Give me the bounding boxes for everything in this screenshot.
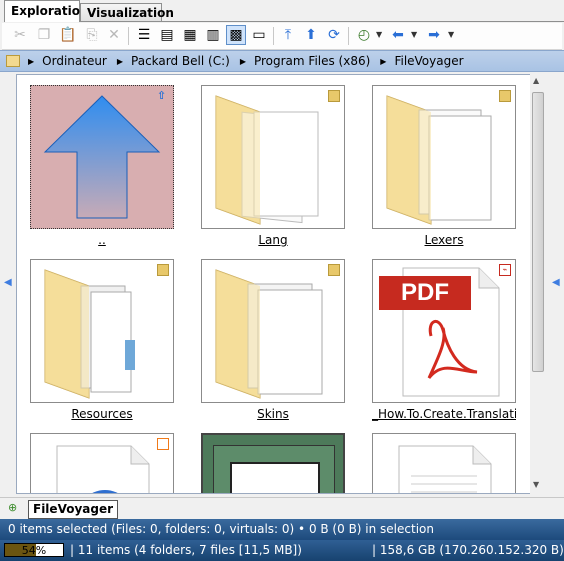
up-icon[interactable]: ⬆ bbox=[301, 25, 321, 45]
folder-badge-icon bbox=[328, 264, 340, 276]
details-view-icon[interactable]: ☰ bbox=[134, 25, 154, 45]
selection-status: 0 items selected (Files: 0, folders: 0, … bbox=[0, 519, 564, 540]
folder-icon bbox=[215, 269, 323, 399]
list-item[interactable] bbox=[372, 433, 516, 493]
collapse-right-arrow-icon[interactable]: ◀ bbox=[552, 277, 560, 288]
list-item[interactable]: ⇧ .. bbox=[30, 85, 174, 247]
list-item[interactable]: Lang bbox=[201, 85, 345, 247]
text-file-icon bbox=[398, 445, 492, 493]
folder-icon bbox=[215, 95, 319, 225]
tab-exploration[interactable]: Exploration bbox=[4, 0, 89, 22]
item-label: Lexers bbox=[424, 233, 464, 247]
pdf-badge-icon: ⌁ bbox=[499, 264, 511, 276]
panel-tab-filevoyager[interactable]: FileVoyager bbox=[28, 500, 119, 519]
history-dropdown-icon[interactable]: ▼ bbox=[376, 30, 382, 39]
filmstrip-icon[interactable]: ▭ bbox=[249, 25, 269, 45]
tab-divider bbox=[80, 21, 564, 22]
history-icon[interactable]: ◴ bbox=[354, 25, 374, 45]
tab-bar: Exploration Visualization bbox=[0, 0, 564, 22]
thumbnail[interactable] bbox=[372, 433, 516, 493]
chevron-right-icon[interactable]: ▶ bbox=[117, 57, 123, 66]
thumbnail[interactable] bbox=[201, 259, 345, 403]
breadcrumb-label: Program Files (x86) bbox=[253, 54, 371, 68]
progress-bar: 54% bbox=[4, 543, 64, 557]
browser-badge-icon bbox=[157, 438, 169, 450]
toolbar-separator bbox=[273, 27, 274, 45]
add-tab-icon[interactable]: ⊕ bbox=[8, 502, 22, 514]
thumbnail[interactable] bbox=[201, 433, 345, 493]
folder-badge-icon bbox=[328, 90, 340, 102]
toolbar: ✂ ❐ 📋 ⎘ ✕ ☰ ▤ ▦ ▥ ▩ ▭ ⤒ ⬆ ⟳ ◴ ▼ ⬅ ▼ ➡ ▼ bbox=[2, 23, 562, 50]
breadcrumb-label: Ordinateur bbox=[42, 54, 107, 68]
item-label: .. bbox=[98, 233, 106, 247]
vertical-scrollbar[interactable]: ▲ ▼ bbox=[530, 74, 546, 494]
tab-visualization[interactable]: Visualization bbox=[80, 3, 174, 21]
forward-dropdown-icon[interactable]: ▼ bbox=[448, 30, 454, 39]
pdf-banner: PDF bbox=[379, 276, 471, 310]
progress-label: 54% bbox=[21, 544, 47, 557]
breadcrumb-label: FileVoyager bbox=[394, 54, 464, 68]
thumbnails-icon[interactable]: ▩ bbox=[226, 25, 246, 45]
thumbnail[interactable] bbox=[30, 433, 174, 493]
up-arrow-icon bbox=[43, 95, 161, 219]
list-view-icon[interactable]: ▤ bbox=[157, 25, 177, 45]
back-icon[interactable]: ⬅ bbox=[388, 25, 408, 45]
items-summary: | 11 items (4 folders, 7 files [11,5 MB]… bbox=[70, 543, 302, 557]
folder-badge-icon bbox=[157, 264, 169, 276]
breadcrumb-item[interactable]: ▶ Ordinateur bbox=[28, 54, 107, 68]
small-icons-icon[interactable]: ▦ bbox=[180, 25, 200, 45]
thumbnail[interactable]: PDF ⌁ bbox=[372, 259, 516, 403]
folder-icon bbox=[44, 269, 135, 399]
image-preview bbox=[213, 445, 335, 493]
list-item[interactable] bbox=[201, 433, 345, 493]
chevron-right-icon[interactable]: ▶ bbox=[240, 57, 246, 66]
delete-icon[interactable]: ✕ bbox=[104, 25, 124, 45]
tiles-icon[interactable]: ▥ bbox=[203, 25, 223, 45]
scroll-down-icon[interactable]: ▼ bbox=[533, 480, 539, 489]
breadcrumb-item[interactable]: ▶ Packard Bell (C:) bbox=[117, 54, 230, 68]
folder-icon bbox=[386, 95, 492, 225]
chevron-right-icon[interactable]: ▶ bbox=[28, 57, 34, 66]
folder-badge-icon bbox=[499, 90, 511, 102]
breadcrumb-item[interactable]: ▶ FileVoyager bbox=[380, 54, 463, 68]
toolbar-separator bbox=[348, 27, 349, 45]
scroll-up-icon[interactable]: ▲ bbox=[533, 76, 539, 85]
scroll-thumb[interactable] bbox=[532, 92, 544, 372]
breadcrumb-item[interactable]: ▶ Program Files (x86) bbox=[240, 54, 370, 68]
thumbnail[interactable] bbox=[30, 259, 174, 403]
list-item[interactable]: PDF ⌁ _How.To.Create.Translati... bbox=[372, 259, 516, 421]
copy-icon[interactable]: ❐ bbox=[34, 25, 54, 45]
item-label: Skins bbox=[257, 407, 289, 421]
folder-icon[interactable] bbox=[6, 55, 20, 67]
toolbar-separator bbox=[128, 27, 129, 45]
list-item[interactable]: Resources bbox=[30, 259, 174, 421]
list-item[interactable]: Lexers bbox=[372, 85, 516, 247]
forward-icon[interactable]: ➡ bbox=[424, 25, 444, 45]
breadcrumb-label: Packard Bell (C:) bbox=[131, 54, 230, 68]
cut-icon[interactable]: ✂ bbox=[10, 25, 30, 45]
up-badge-icon: ⇧ bbox=[157, 89, 167, 102]
list-item[interactable]: Skins bbox=[201, 259, 345, 421]
paste-icon[interactable]: 📋 bbox=[58, 25, 78, 45]
paste-special-icon[interactable]: ⎘ bbox=[82, 25, 102, 45]
thumbnail[interactable] bbox=[201, 85, 345, 229]
panel-tab-bar: ⊕ FileVoyager bbox=[0, 497, 564, 520]
image-inner-frame bbox=[230, 462, 320, 493]
item-label: Lang bbox=[258, 233, 288, 247]
html-file-icon bbox=[56, 445, 150, 493]
thumbnail-view: ⇧ .. Lang Lexers Resources Skins PDF ⌁ _… bbox=[16, 74, 546, 494]
disk-summary: | 158,6 GB (170.260.152.320 B) fr bbox=[372, 543, 564, 557]
thumbnail[interactable] bbox=[372, 85, 516, 229]
refresh-icon[interactable]: ⟳ bbox=[324, 25, 344, 45]
item-label: Resources bbox=[71, 407, 133, 421]
thumbnail[interactable]: ⇧ bbox=[30, 85, 174, 229]
summary-status: 54% | 11 items (4 folders, 7 files [11,5… bbox=[0, 540, 564, 561]
collapse-left-arrow-icon[interactable]: ◀ bbox=[4, 277, 12, 288]
item-label: _How.To.Create.Translati... bbox=[372, 407, 516, 421]
chevron-right-icon[interactable]: ▶ bbox=[380, 57, 386, 66]
back-dropdown-icon[interactable]: ▼ bbox=[411, 30, 417, 39]
breadcrumb: ▶ Ordinateur ▶ Packard Bell (C:) ▶ Program … bbox=[0, 50, 564, 72]
top-icon[interactable]: ⤒ bbox=[278, 25, 298, 45]
list-item[interactable] bbox=[30, 433, 174, 493]
